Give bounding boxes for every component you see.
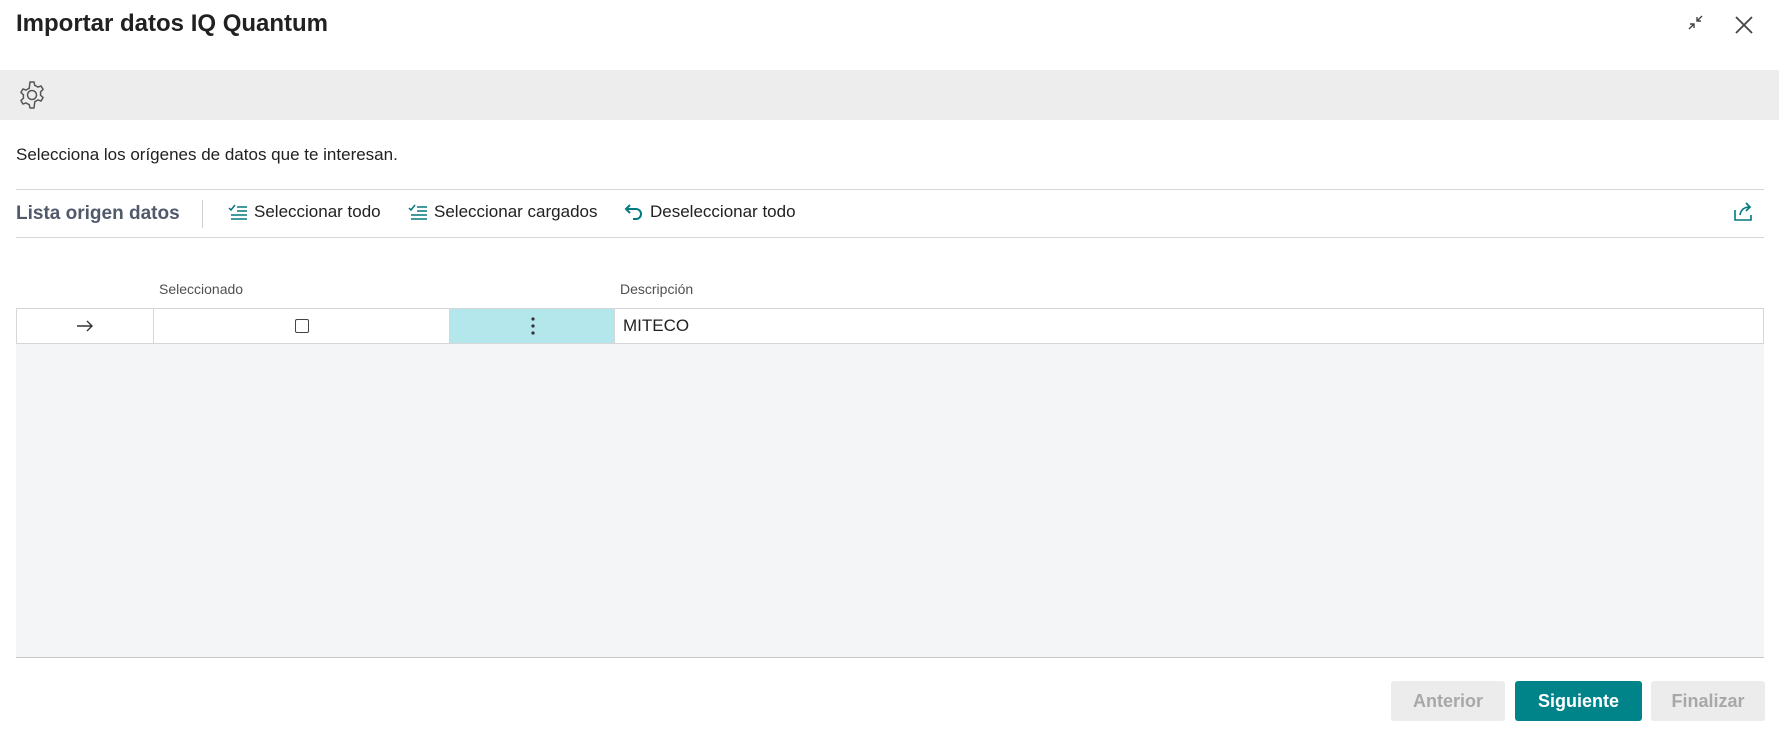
gear-icon[interactable] (16, 79, 48, 111)
list-title: Lista origen datos (16, 203, 180, 224)
previous-button[interactable]: Anterior (1391, 681, 1505, 721)
check-list-icon (228, 204, 247, 220)
column-header-selected[interactable]: Seleccionado (159, 281, 243, 297)
next-button[interactable]: Siguiente (1515, 681, 1642, 721)
arrow-right-icon (77, 320, 93, 332)
cell-separator (614, 309, 615, 343)
column-header-description[interactable]: Descripción (620, 281, 693, 297)
close-icon[interactable] (1729, 10, 1759, 40)
collapse-icon[interactable] (1683, 10, 1713, 40)
row-indicator (17, 309, 153, 343)
select-all-label: Seleccionar todo (254, 202, 381, 221)
finish-button[interactable]: Finalizar (1651, 681, 1765, 721)
row-actions-menu[interactable] (450, 309, 615, 343)
table-row[interactable]: MITECO (16, 308, 1764, 344)
check-list-icon (408, 204, 427, 220)
divider-bottom (16, 237, 1764, 238)
instruction-text: Selecciona los orígenes de datos que te … (16, 145, 398, 164)
toolbar-separator (202, 200, 203, 228)
deselect-all-button[interactable]: Deseleccionar todo (624, 202, 796, 222)
more-vertical-icon (530, 317, 535, 335)
list-toolbar: Lista origen datos Seleccionar todo Sele… (16, 190, 1764, 236)
table-body: MITECO (16, 308, 1764, 658)
share-icon[interactable] (1732, 202, 1754, 227)
undo-icon (624, 204, 642, 220)
select-all-button[interactable]: Seleccionar todo (228, 202, 381, 222)
description-cell[interactable]: MITECO (623, 309, 689, 343)
selected-checkbox[interactable] (295, 319, 309, 333)
select-loaded-label: Seleccionar cargados (434, 202, 598, 221)
dialog-title: Importar datos IQ Quantum (16, 10, 329, 37)
select-loaded-button[interactable]: Seleccionar cargados (408, 202, 597, 222)
settings-bar (0, 70, 1779, 120)
selected-cell (154, 309, 450, 343)
deselect-all-label: Deseleccionar todo (650, 202, 796, 221)
